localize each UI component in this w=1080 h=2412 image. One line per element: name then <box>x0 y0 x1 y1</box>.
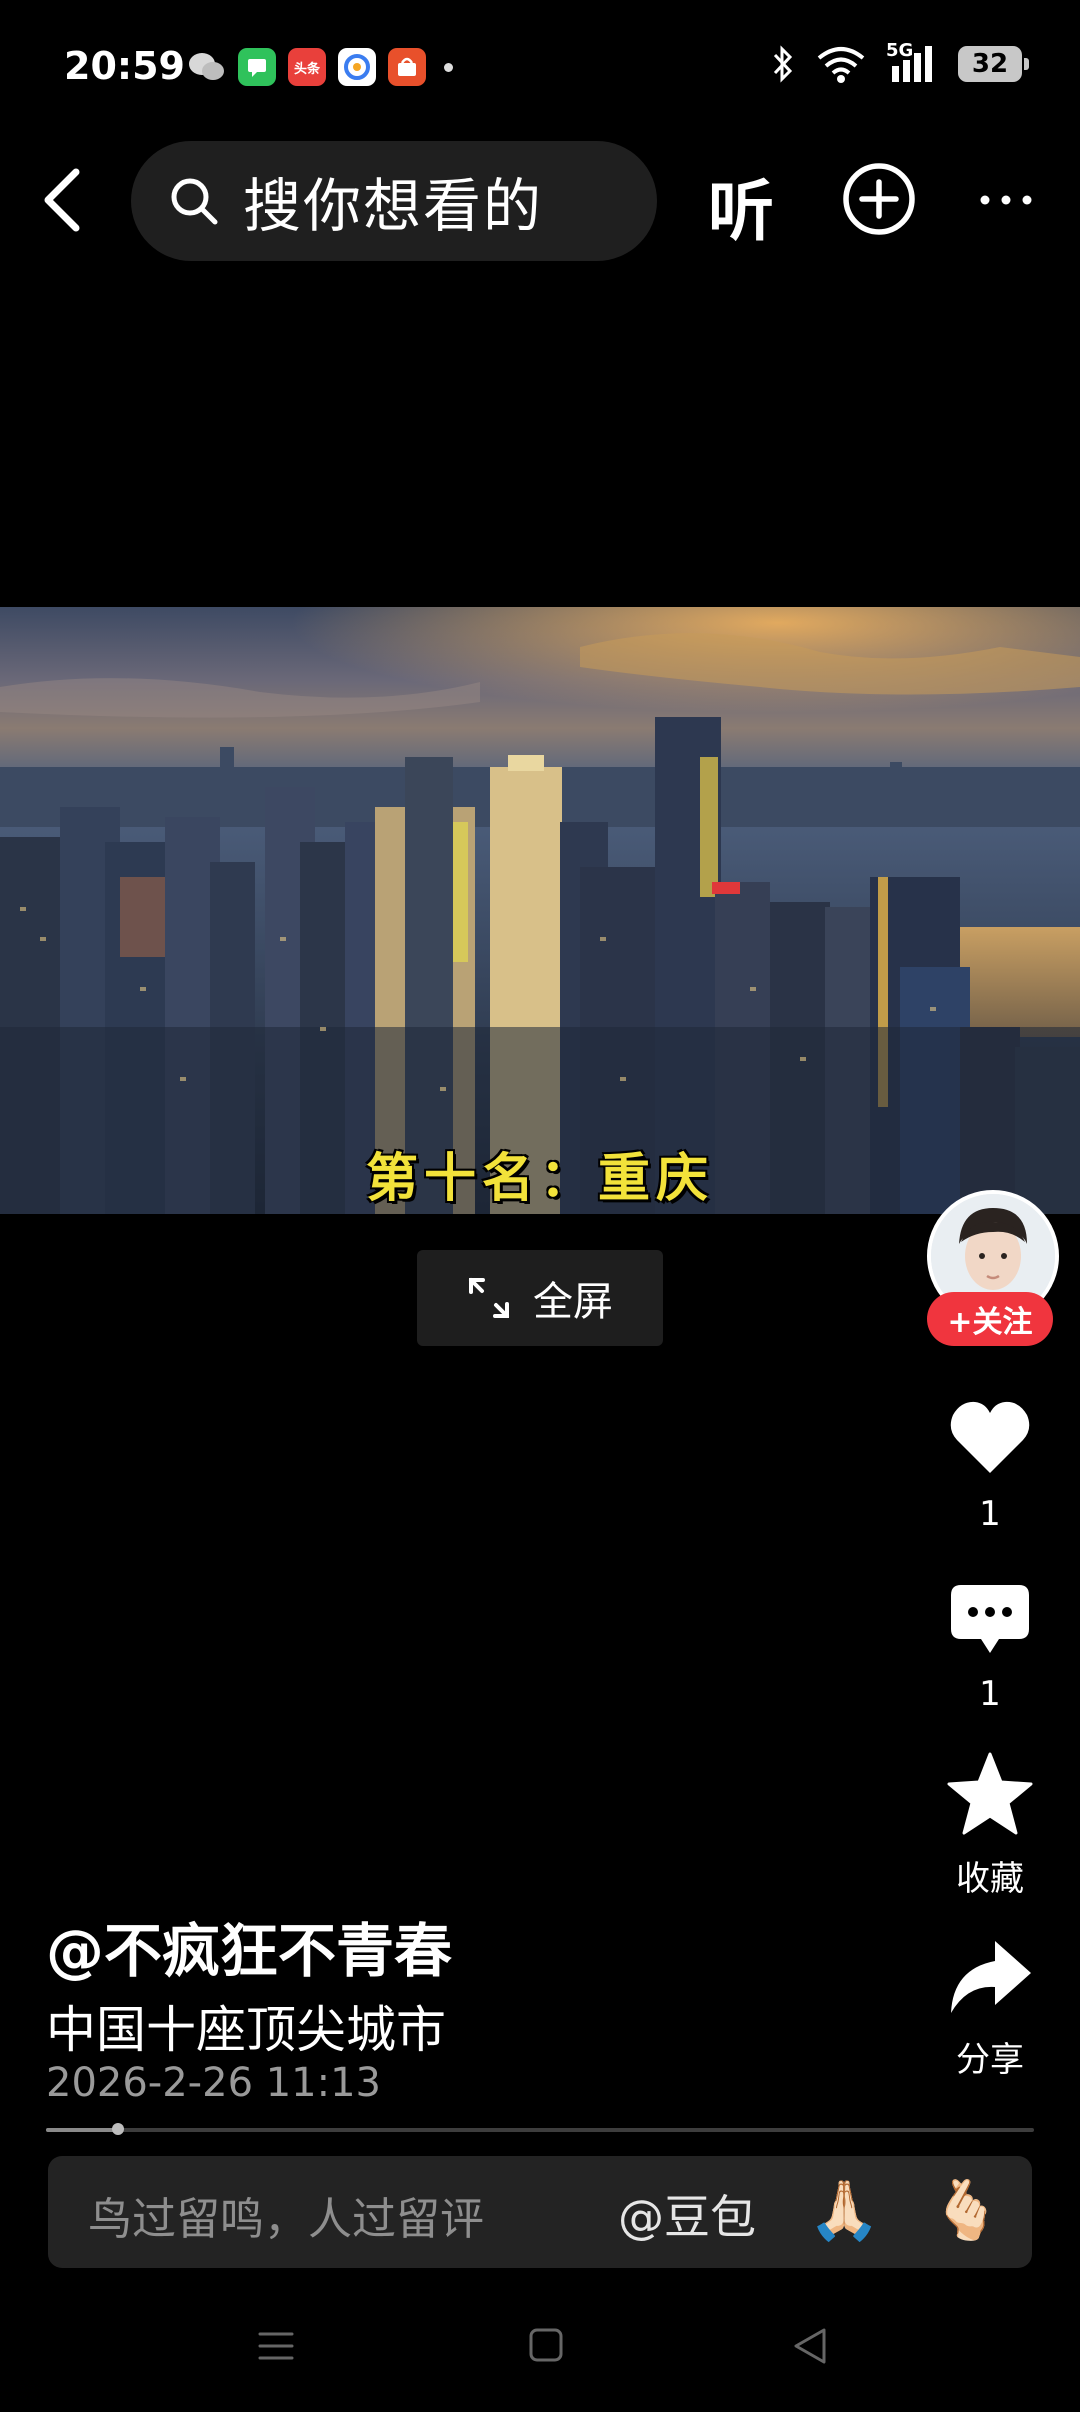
video-progress-bar[interactable] <box>46 2128 1034 2132</box>
favorite-label: 收藏 <box>956 1859 1024 1899</box>
video-caption: 中国十座顶尖城市 <box>46 2001 446 2059</box>
post-date: 2026-2-26 11:13 <box>46 2060 381 2106</box>
video-frame-cityscape <box>0 607 1080 1214</box>
comment-bubble-icon <box>951 1585 1029 1653</box>
back-button[interactable] <box>28 160 108 240</box>
expand-icon <box>469 1278 509 1318</box>
share-arrow-icon <box>951 1941 1031 2013</box>
share-label: 分享 <box>956 2040 1024 2080</box>
comment-count: 1 <box>979 1674 1001 1714</box>
menu-lines-icon <box>258 2332 294 2360</box>
square-icon <box>529 2328 563 2362</box>
triangle-back-icon <box>794 2328 826 2364</box>
author-name[interactable]: @不疯狂不青春 <box>46 1904 452 1988</box>
add-button[interactable] <box>840 160 918 238</box>
cellular-signal-icon: 5G <box>886 40 938 84</box>
home-button[interactable] <box>528 2327 564 2363</box>
messages-icon <box>238 48 276 86</box>
toutiao-icon: 头条 <box>288 48 326 86</box>
status-right: 5G 32 <box>770 40 1029 84</box>
plus-circle-icon <box>843 163 915 235</box>
back-arrow-icon <box>44 168 80 232</box>
battery-level: 32 <box>971 49 1009 79</box>
listen-button[interactable]: 听 <box>708 158 774 254</box>
more-dots-icon <box>980 195 1032 205</box>
like-button[interactable] <box>945 1393 1035 1483</box>
comment-button[interactable] <box>945 1575 1035 1665</box>
finger-heart-emoji-button[interactable]: 🫰🏻 <box>930 2176 1002 2245</box>
follow-button[interactable]: +关注 <box>927 1292 1053 1346</box>
bluetooth-icon <box>773 45 793 83</box>
browser-icon <box>338 48 376 86</box>
wifi-icon <box>817 47 865 83</box>
shop-icon <box>388 48 426 86</box>
status-time: 20:59 <box>64 44 185 88</box>
favorite-button[interactable] <box>945 1750 1035 1840</box>
video-progress-knob[interactable] <box>112 2123 124 2135</box>
notification-icons: 头条 <box>188 48 453 86</box>
more-options-button[interactable] <box>976 178 1036 218</box>
heart-icon <box>950 1401 1030 1473</box>
star-icon <box>947 1752 1033 1835</box>
like-count: 1 <box>979 1494 1001 1534</box>
pray-emoji-button[interactable]: 🙏🏻 <box>808 2176 880 2245</box>
search-placeholder: 搜你想看的 <box>243 172 544 240</box>
video-player[interactable] <box>0 607 1080 1214</box>
recent-apps-button[interactable] <box>256 2326 296 2366</box>
battery-indicator: 32 <box>958 46 1029 82</box>
system-back-button[interactable] <box>790 2326 830 2366</box>
wechat-icon <box>188 48 226 86</box>
mention-doubao-button[interactable]: @豆包 <box>618 2181 756 2247</box>
video-progress-fill <box>46 2128 118 2132</box>
toutiao-label: 头条 <box>293 61 320 77</box>
search-bar[interactable]: 搜你想看的 <box>131 141 657 261</box>
fullscreen-button[interactable]: 全屏 <box>417 1250 663 1346</box>
comment-input[interactable]: 鸟过留鸣，人过留评 <box>88 2183 484 2247</box>
share-button[interactable] <box>945 1933 1035 2023</box>
more-notifications-dot <box>444 62 453 72</box>
search-icon <box>171 178 218 225</box>
fullscreen-label: 全屏 <box>533 1279 613 1325</box>
video-subtitle: 第十名：重庆 <box>365 1149 714 1209</box>
